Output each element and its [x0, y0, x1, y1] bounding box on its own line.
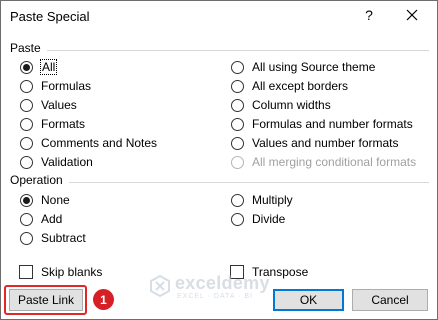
radio-dot — [231, 98, 244, 112]
radio-operation-divide[interactable]: Divide — [231, 211, 285, 227]
radio-dot — [20, 79, 33, 93]
watermark-name: exceldemy — [175, 273, 270, 293]
radio-dot — [231, 136, 244, 150]
radio-paste-formulas-number-formats[interactable]: Formulas and number formats — [231, 116, 413, 132]
radio-dot — [20, 193, 33, 207]
radio-dot — [231, 79, 244, 93]
paste-special-dialog: Paste Special ? Paste All Formulas Value… — [0, 0, 438, 320]
paste-section-label: Paste — [10, 41, 41, 55]
dialog-title: Paste Special — [10, 9, 90, 24]
radio-label: All merging conditional formats — [252, 155, 417, 169]
radio-label: Values and number formats — [252, 136, 399, 150]
close-icon[interactable] — [402, 5, 422, 25]
radio-label: Subtract — [41, 231, 86, 245]
radio-dot — [231, 60, 244, 74]
radio-paste-merging-conditional-formats: All merging conditional formats — [231, 154, 416, 170]
radio-dot — [20, 60, 33, 74]
radio-operation-multiply[interactable]: Multiply — [231, 192, 293, 208]
radio-label: None — [41, 193, 70, 207]
radio-paste-comments-notes[interactable]: Comments and Notes — [20, 135, 157, 151]
checkbox-box — [19, 265, 33, 279]
radio-dot — [231, 155, 244, 169]
radio-dot — [20, 98, 33, 112]
help-button[interactable]: ? — [361, 7, 377, 23]
paste-divider — [47, 50, 429, 51]
radio-paste-column-widths[interactable]: Column widths — [231, 97, 331, 113]
paste-link-button[interactable]: Paste Link — [9, 289, 83, 311]
radio-label: Divide — [252, 212, 286, 226]
radio-dot — [231, 212, 244, 226]
radio-label: Formulas — [41, 79, 92, 93]
radio-label: Add — [41, 212, 63, 226]
radio-label: Validation — [41, 155, 93, 169]
title-bar: Paste Special ? — [1, 1, 437, 33]
radio-label: Formats — [41, 117, 86, 131]
radio-label: Multiply — [252, 193, 293, 207]
cancel-button[interactable]: Cancel — [352, 289, 428, 311]
radio-paste-all[interactable]: All — [20, 59, 58, 75]
radio-operation-subtract[interactable]: Subtract — [20, 230, 86, 246]
radio-dot — [231, 193, 244, 207]
radio-operation-none[interactable]: None — [20, 192, 70, 208]
radio-paste-formulas[interactable]: Formulas — [20, 78, 91, 94]
radio-paste-all-source-theme[interactable]: All using Source theme — [231, 59, 375, 75]
radio-label: Values — [41, 98, 77, 112]
radio-dot — [20, 231, 33, 245]
radio-paste-values[interactable]: Values — [20, 97, 77, 113]
radio-paste-values-number-formats[interactable]: Values and number formats — [231, 135, 399, 151]
radio-paste-all-except-borders[interactable]: All except borders — [231, 78, 348, 94]
skip-blanks-checkbox[interactable]: Skip blanks — [19, 264, 102, 280]
radio-dot — [20, 155, 33, 169]
watermark-tagline: EXCEL · DATA · BI — [177, 293, 253, 300]
radio-label: Column widths — [252, 98, 331, 112]
operation-divider — [69, 182, 429, 183]
radio-dot — [20, 117, 33, 131]
ok-button[interactable]: OK — [273, 289, 344, 311]
radio-operation-add[interactable]: Add — [20, 211, 62, 227]
radio-paste-validation[interactable]: Validation — [20, 154, 93, 170]
radio-label: All — [39, 59, 58, 75]
step-badge: 1 — [93, 289, 114, 310]
radio-label: All using Source theme — [252, 60, 376, 74]
checkbox-label: Skip blanks — [41, 265, 103, 279]
radio-dot — [20, 136, 33, 150]
operation-section-label: Operation — [10, 173, 63, 187]
radio-dot — [231, 117, 244, 131]
radio-dot — [20, 212, 33, 226]
radio-label: Formulas and number formats — [252, 117, 413, 131]
radio-label: Comments and Notes — [41, 136, 158, 150]
radio-paste-formats[interactable]: Formats — [20, 116, 85, 132]
exceldemy-logo-icon — [150, 275, 170, 297]
radio-label: All except borders — [252, 79, 349, 93]
